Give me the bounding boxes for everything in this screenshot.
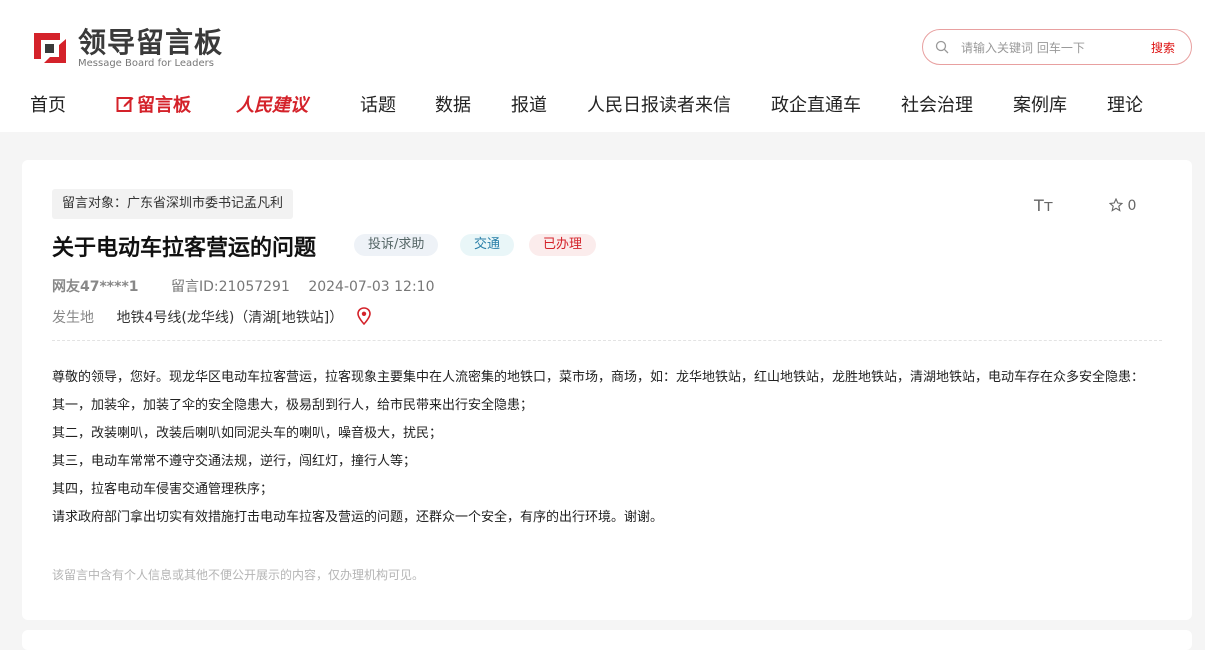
search-button[interactable]: 搜索	[1151, 39, 1175, 56]
nav-social-governance[interactable]: 社会治理	[901, 90, 973, 122]
divider	[52, 340, 1162, 341]
brand-title: 领导留言板	[78, 26, 224, 59]
location-label: 发生地	[52, 310, 94, 326]
location-pin-icon[interactable]	[356, 307, 372, 325]
message-card: 留言对象：广东省深圳市委书记孟凡利 Tт 0 关于电动车拉客营运的问题 投诉/求…	[22, 160, 1192, 620]
body-paragraph: 请求政府部门拿出切实有效措施打击电动车拉客及营运的问题，还群众一个安全，有序的出…	[52, 510, 664, 525]
body-paragraph: 其一，加装伞，加装了伞的安全隐患大，极易刮到行人，给市民带来出行安全隐患；	[52, 398, 534, 413]
font-size-button[interactable]: Tт	[1034, 196, 1053, 215]
nav-people-suggestion[interactable]: 人民建议	[236, 90, 308, 122]
body-paragraph: 其四，拉客电动车侵害交通管理秩序；	[52, 482, 274, 497]
search-box: 搜索	[922, 29, 1192, 65]
message-id: 留言ID:21057291	[170, 279, 290, 295]
nav-data[interactable]: 数据	[435, 90, 471, 122]
nav-home[interactable]: 首页	[30, 90, 66, 122]
nav-message-board-label: 留言板	[137, 95, 191, 116]
nav-reports[interactable]: 报道	[511, 90, 547, 122]
site-logo[interactable]: 领导留言板 Message Board for Leaders	[30, 26, 224, 69]
message-body: 尊敬的领导，您好。现龙华区电动车拉客营运，拉客现象主要集中在人流密集的地铁口，菜…	[52, 364, 1164, 532]
tag-type: 投诉/求助	[354, 234, 439, 256]
privacy-note: 该留言中含有个人信息或其他不便公开展示的内容，仅办理机构可见。	[52, 568, 425, 582]
message-title: 关于电动车拉客营运的问题	[52, 236, 317, 261]
nav-readers-letters[interactable]: 人民日报读者来信	[587, 90, 731, 122]
tag-field: 交通	[460, 234, 515, 256]
nav-case-library[interactable]: 案例库	[1013, 90, 1067, 122]
brand-subtitle: Message Board for Leaders	[78, 58, 215, 69]
location-row: 发生地 地铁4号线(龙华线)（清湖[地铁站]）	[52, 307, 343, 327]
nav-theory[interactable]: 理论	[1107, 90, 1143, 122]
status-badge: 已办理	[529, 234, 597, 256]
message-datetime: 2024-07-03 12:10	[308, 279, 435, 295]
edit-icon	[116, 97, 134, 112]
nav-topics[interactable]: 话题	[360, 90, 396, 122]
favorite-count: 0	[1127, 198, 1137, 214]
search-input[interactable]	[961, 38, 1141, 58]
next-card	[22, 630, 1192, 650]
favorite-button[interactable]: 0	[1108, 197, 1137, 214]
body-paragraph: 其三，电动车常常不遵守交通法规，逆行，闯红灯，撞行人等；	[52, 454, 417, 469]
logo-mark-icon	[34, 33, 66, 63]
site-header: 领导留言板 Message Board for Leaders 搜索 首页 留言…	[0, 0, 1205, 132]
body-paragraph: 尊敬的领导，您好。现龙华区电动车拉客营运，拉客现象主要集中在人流密集的地铁口，菜…	[52, 370, 1145, 385]
body-paragraph: 其二，改装喇叭，改装后喇叭如同泥头车的喇叭，噪音极大，扰民；	[52, 426, 443, 441]
message-meta: 网友47****1 留言ID:21057291 2024-07-03 12:10	[52, 276, 434, 296]
author-name: 网友47****1	[52, 279, 139, 295]
search-icon	[935, 40, 949, 54]
nav-message-board[interactable]: 留言板	[116, 90, 191, 122]
nav-gov-enterprise[interactable]: 政企直通车	[771, 90, 861, 122]
star-icon	[1108, 197, 1124, 212]
location-value: 地铁4号线(龙华线)（清湖[地铁站]）	[116, 310, 344, 326]
message-target: 留言对象：广东省深圳市委书记孟凡利	[52, 189, 294, 219]
